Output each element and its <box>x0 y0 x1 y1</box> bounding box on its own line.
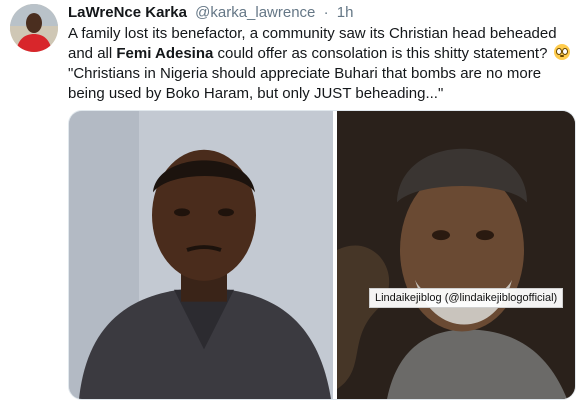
avatar[interactable] <box>10 4 58 52</box>
tweet-header: LaWreNce Karka @karka_lawrence · 1h <box>68 3 573 23</box>
photo-left[interactable] <box>69 111 333 399</box>
tweet-text-part2: could offer as consolation is this shitt… <box>213 45 552 62</box>
avatar-photo <box>10 4 58 52</box>
photo-watermark: Lindaikejiblog (@lindaikejiblogofficial) <box>369 288 564 308</box>
tweet: LaWreNce Karka @karka_lawrence · 1h A fa… <box>68 3 573 104</box>
author-name[interactable]: LaWreNce Karka <box>68 4 187 21</box>
flushed-face-icon <box>553 44 570 60</box>
tweet-media[interactable]: Lindaikejiblog (@lindaikejiblogofficial) <box>68 110 576 400</box>
tweet-time[interactable]: 1h <box>337 4 354 21</box>
man-portrait-right <box>337 111 575 399</box>
separator-dot: · <box>323 4 329 21</box>
author-handle[interactable]: @karka_lawrence <box>195 4 315 21</box>
photo-right[interactable] <box>337 111 575 399</box>
man-portrait-left <box>69 111 333 399</box>
tweet-quote: "Christians in Nigeria should appreciate… <box>68 65 542 102</box>
tweet-text: A family lost its benefactor, a communit… <box>68 24 573 104</box>
mention-femi-adesina: Femi Adesina <box>116 45 214 62</box>
